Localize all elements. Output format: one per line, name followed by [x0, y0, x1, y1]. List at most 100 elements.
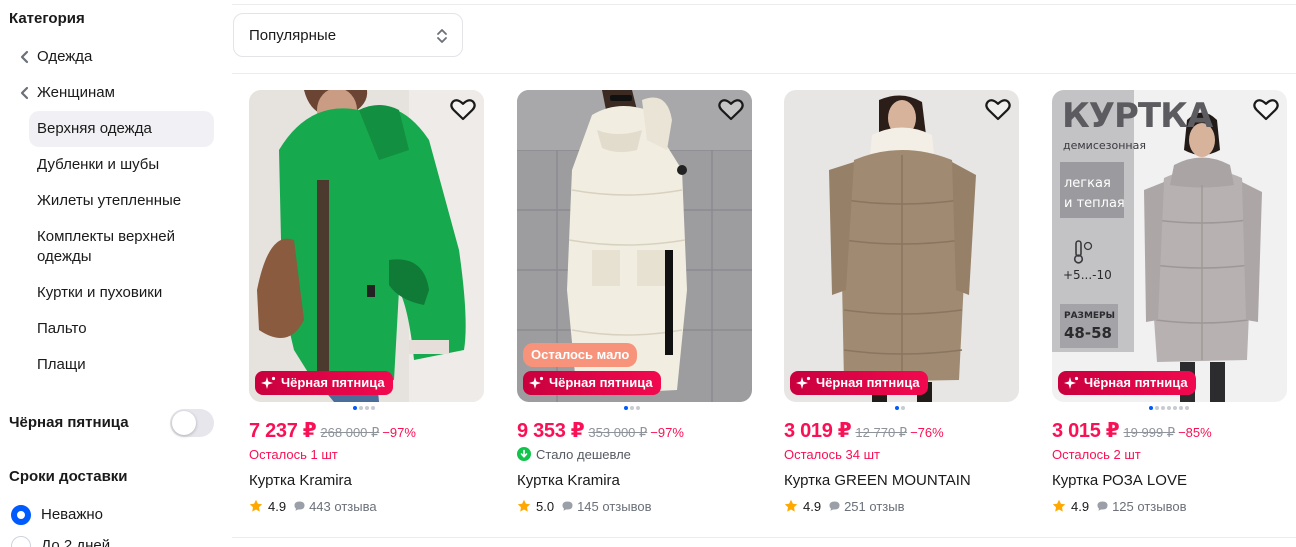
filters-sidebar: Категория Одежда Женщинам Верхняя одежда…: [0, 0, 224, 547]
top-border: [232, 4, 1296, 5]
product-name[interactable]: Куртка Kramira: [517, 472, 620, 489]
badge-label: Чёрная пятница: [816, 375, 920, 390]
discount-percent: −85%: [1178, 425, 1212, 440]
low-stock-badge: Осталось мало: [523, 343, 638, 367]
product-image: [784, 90, 1019, 402]
star-icon: [784, 499, 798, 512]
reviews-label: 443 отзыва: [309, 499, 377, 514]
category-vests[interactable]: Жилеты утепленные: [29, 191, 214, 211]
black-friday-badge: Чёрная пятница: [790, 371, 928, 395]
current-price: 3 019 ₽: [784, 420, 852, 442]
category-sets[interactable]: Комплекты верхней одежды: [29, 227, 209, 267]
old-price: 12 770 ₽: [855, 425, 908, 440]
black-friday-label: Чёрная пятница: [9, 414, 129, 431]
current-price: 3 015 ₽: [1052, 420, 1120, 442]
reviews-label: 251 отзыв: [844, 499, 905, 514]
category-back-clothes[interactable]: Одежда: [18, 47, 203, 67]
product-name[interactable]: Куртка РОЗА LOVE: [1052, 472, 1187, 489]
reviews-count: 251 отзыв: [829, 499, 905, 514]
reviews-label: 145 отзывов: [577, 499, 652, 514]
product-photo[interactable]: КУРТКА демисезонная легкая и теплая +5..…: [1052, 90, 1287, 402]
promo-sizes-label: РАЗМЕРЫ: [1064, 311, 1115, 321]
reviews-count: 145 отзывов: [562, 499, 651, 514]
rating[interactable]: 5.0 145 отзывов: [517, 499, 651, 514]
product-name[interactable]: Куртка Kramira: [249, 472, 352, 489]
current-price: 9 353 ₽: [517, 420, 585, 442]
rating[interactable]: 4.9 251 отзыв: [784, 499, 905, 514]
category-back-women[interactable]: Женщинам: [18, 83, 203, 103]
product-card[interactable]: Чёрная пятница 7 237 ₽268 000 ₽ −97% Оста…: [249, 90, 485, 530]
category-label: Жилеты утепленные: [37, 192, 182, 209]
category-sheepskin[interactable]: Дубленки и шубы: [29, 155, 214, 175]
price-dropped-label: Стало дешевле: [517, 447, 631, 462]
price-row: 7 237 ₽268 000 ₽ −97%: [249, 418, 416, 443]
badge-label: Чёрная пятница: [549, 375, 653, 390]
divider: [232, 73, 1296, 74]
black-friday-badge: Чёрная пятница: [1058, 371, 1196, 395]
image-pagination-dots[interactable]: [1149, 406, 1191, 412]
category-title: Категория: [9, 10, 85, 27]
favorite-heart-icon[interactable]: [450, 98, 476, 122]
sort-label: Популярные: [249, 27, 337, 44]
star-icon: [517, 499, 531, 512]
promo-tag-2: и теплая: [1064, 196, 1125, 211]
badge-label: Чёрная пятница: [281, 375, 385, 390]
badge-label: Чёрная пятница: [1084, 375, 1188, 390]
reviews-count: 443 отзыва: [294, 499, 377, 514]
category-label: Одежда: [37, 48, 93, 65]
category-outerwear[interactable]: Верхняя одежда: [29, 111, 214, 147]
rating[interactable]: 4.9 443 отзыва: [249, 499, 377, 514]
product-photo[interactable]: Осталось мало Чёрная пятница: [517, 90, 752, 402]
product-photo[interactable]: Чёрная пятница: [249, 90, 484, 402]
shipping-radio-any[interactable]: [11, 505, 31, 525]
product-card[interactable]: Осталось мало Чёрная пятница 9 353 ₽353 …: [517, 90, 753, 530]
category-label: Плащи: [37, 356, 86, 373]
product-card[interactable]: Чёрная пятница 3 019 ₽12 770 ₽ −76% Остал…: [784, 90, 1020, 530]
image-pagination-dots[interactable]: [624, 406, 642, 412]
sort-select[interactable]: Популярные: [233, 13, 463, 57]
favorite-heart-icon[interactable]: [1253, 98, 1279, 122]
shipping-option-label: Неважно: [41, 506, 103, 523]
thermometer-icon: [1073, 240, 1093, 264]
product-card[interactable]: КУРТКА демисезонная легкая и теплая +5..…: [1052, 90, 1288, 530]
black-friday-toggle[interactable]: [170, 409, 214, 437]
stock-left: Осталось 2 шт: [1052, 447, 1141, 462]
rating-value: 4.9: [803, 499, 822, 514]
category-jackets[interactable]: Куртки и пуховики: [29, 283, 214, 303]
image-pagination-dots[interactable]: [353, 406, 377, 412]
rating[interactable]: 4.9 125 отзывов: [1052, 499, 1186, 514]
reviews-label: 125 отзывов: [1112, 499, 1187, 514]
rating-value: 4.9: [1071, 499, 1090, 514]
promo-temp: +5...-10: [1063, 268, 1112, 282]
category-coats[interactable]: Пальто: [29, 319, 214, 339]
old-price: 268 000 ₽: [320, 425, 380, 440]
sparkle-icon: [796, 376, 811, 389]
product-photo[interactable]: Чёрная пятница: [784, 90, 1019, 402]
toggle-knob: [172, 411, 196, 435]
chevron-left-icon: [20, 50, 29, 64]
category-label: Куртки и пуховики: [37, 284, 163, 301]
price-row: 3 015 ₽19 999 ₽ −85%: [1052, 418, 1212, 443]
comment-icon: [562, 501, 573, 511]
stock-left: Осталось 34 шт: [784, 447, 880, 462]
product-name[interactable]: Куртка GREEN MOUNTAIN: [784, 472, 971, 489]
cheaper-text: Стало дешевле: [536, 447, 631, 462]
promo-sizes: 48-58: [1064, 324, 1112, 342]
price-down-icon: [517, 447, 531, 461]
black-friday-badge: Чёрная пятница: [255, 371, 393, 395]
price-row: 9 353 ₽353 000 ₽ −97%: [517, 418, 684, 443]
shipping-radio-2days[interactable]: [11, 536, 31, 547]
current-price: 7 237 ₽: [249, 420, 317, 442]
shipping-title: Сроки доставки: [9, 468, 128, 485]
product-image: [249, 90, 484, 402]
old-price: 19 999 ₽: [1123, 425, 1176, 440]
discount-percent: −97%: [650, 425, 684, 440]
image-pagination-dots[interactable]: [895, 406, 907, 412]
favorite-heart-icon[interactable]: [985, 98, 1011, 122]
promo-subtitle: демисезонная: [1063, 139, 1146, 152]
favorite-heart-icon[interactable]: [718, 98, 744, 122]
category-raincoats[interactable]: Плащи: [29, 355, 214, 375]
comment-icon: [829, 501, 840, 511]
category-label: Пальто: [37, 320, 87, 337]
star-icon: [249, 499, 263, 512]
